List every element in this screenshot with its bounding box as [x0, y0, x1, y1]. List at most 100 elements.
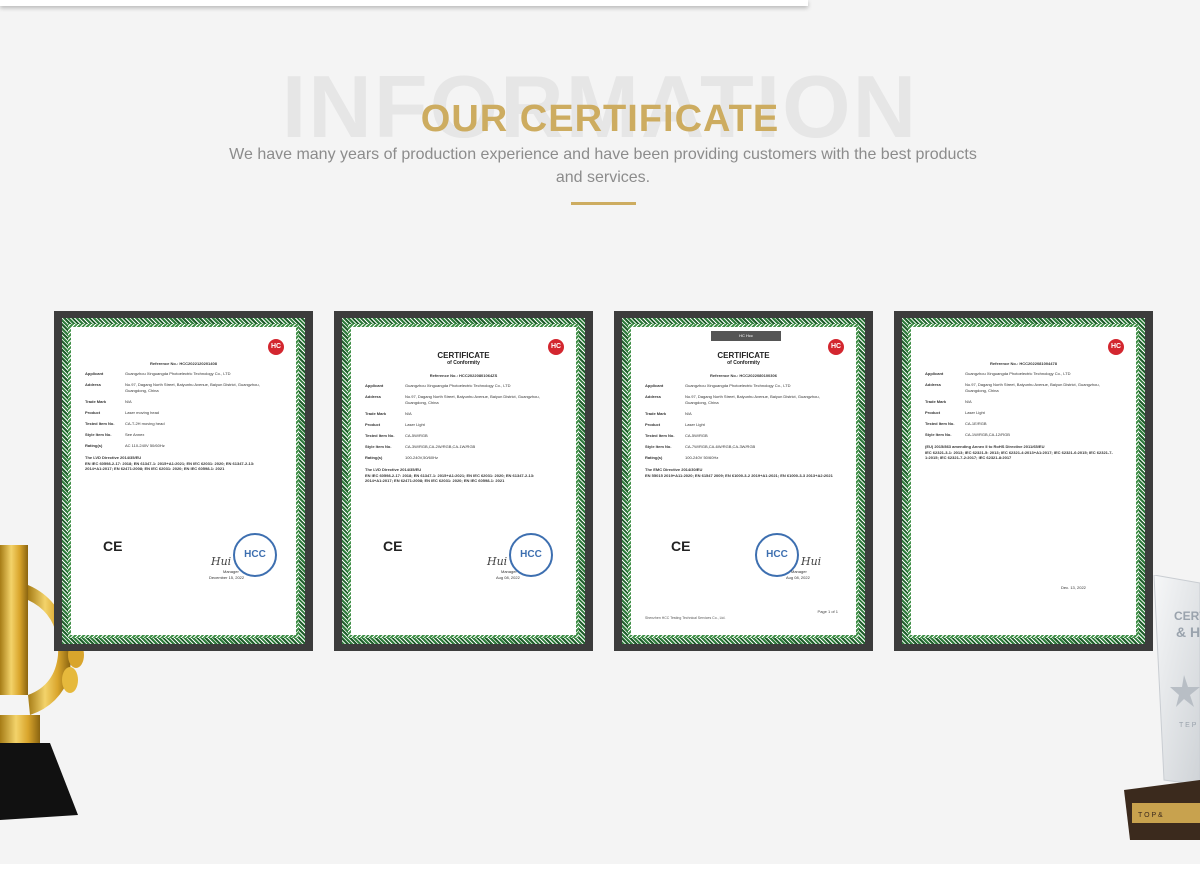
field-row: Trade Mark N/A — [645, 411, 842, 417]
ce-mark-icon: CE — [671, 538, 691, 554]
certificate-subheading: of Conformity — [727, 360, 760, 366]
field-row: Applicant Guangzhou Xinguangda Photoelect… — [925, 371, 1122, 377]
compliance-text: (EU) 2015/863 amending Annex II to RoHS … — [925, 444, 1122, 461]
field-value: No.97, Dagang North Street, Baiyunhu Ave… — [405, 394, 540, 405]
standards-text: EN 55015 2019+A11:2020; EN 61547 2009; E… — [645, 472, 833, 478]
field-value: Laser Light — [685, 422, 705, 427]
manager-signature: Hui — [487, 555, 508, 568]
field-row: Trade Mark N/A — [925, 399, 1122, 405]
reference-number: Reference No.: HCC2022080100306 — [710, 373, 777, 378]
field-row: Address No.97, Dagang North Street, Baiyu… — [365, 394, 562, 406]
compliance-text: The LVD Directive 2014/35/EU EN IEC 6059… — [365, 467, 562, 484]
hc-logo-icon: HC — [548, 339, 564, 355]
field-label: Product — [925, 410, 941, 415]
directive-text: The LVD Directive 2014/35/EU — [365, 467, 422, 472]
field-value: CA-3W/RGB,CA-2W/RGB,CA-1W/RGB — [405, 444, 476, 449]
certificate-card-2[interactable]: HC CERTIFICATE of Conformity Reference N… — [334, 311, 593, 651]
certificate-card-3[interactable]: HC Hcc HC CERTIFICATE of Conformity Refe… — [614, 311, 873, 651]
hc-logo-icon: HC — [1108, 339, 1124, 355]
field-value: CA-T-2H moving head — [125, 421, 165, 426]
field-value: Laser moving head — [125, 410, 160, 415]
directive-text: The EMC Directive 2014/30/EU — [645, 467, 703, 472]
compliance-text: The EMC Directive 2014/30/EU EN 55015 20… — [645, 467, 842, 478]
compliance-text: The LVD Directive 2014/35/EU EN IEC 6059… — [85, 455, 282, 472]
certificate-paper: HC Reference No.: HCC2022081004478 Appli… — [911, 327, 1136, 635]
field-label: Trade Mark — [925, 399, 947, 404]
field-label: Style Item No. — [925, 432, 952, 437]
field-value: CA-7W/RGB,CA-6W/RGB,CA-3W/RGB — [685, 444, 756, 449]
trophy-text-1: CERT — [1174, 609, 1200, 623]
top-panel-edge — [0, 0, 808, 6]
field-label: Style Item No. — [645, 444, 672, 449]
field-label: Rating(s) — [85, 443, 103, 448]
trophy-text-4: T O P & — [1138, 812, 1163, 819]
field-label: Tested Item No. — [365, 433, 395, 438]
field-label: Product — [645, 422, 661, 427]
certificate-paper: HC Reference No.: HCC2022120201408 Appli… — [71, 327, 296, 635]
field-value: 100-240V 50/60Hz — [685, 455, 719, 460]
field-label: Applicant — [645, 383, 664, 388]
field-value: N/A — [685, 411, 692, 416]
field-value: Guangzhou Xinguangda Photoelectric Techn… — [125, 371, 231, 376]
field-row: Applicant Guangzhou Xinguangda Photoelect… — [85, 371, 282, 377]
field-row: Product Laser Light — [365, 422, 562, 428]
reference-number: Reference No.: HCC20220801064ZS — [429, 373, 498, 378]
field-value: Guangzhou Xinguangda Photoelectric Techn… — [685, 383, 791, 388]
certificate-date: Dec. 13, 2022 — [1061, 585, 1086, 590]
field-row: Rating(s) AC 110-240V 50/60Hz — [85, 443, 282, 449]
field-value: No.97, Dagang North Street, Baiyunhu Ave… — [125, 382, 260, 393]
field-row: Tested Item No. CA-T-2H moving head — [85, 421, 282, 427]
field-row: Tested Item No. CA-1E/RGB — [925, 421, 1122, 427]
field-row: Style Item No. CA-3W/RGB,CA-2W/RGB,CA-1W/… — [365, 444, 562, 450]
hc-logo-icon: HC — [828, 339, 844, 355]
certificate-paper: HC Hcc HC CERTIFICATE of Conformity Refe… — [631, 327, 856, 635]
field-label: Rating(s) — [645, 455, 663, 460]
field-label: Product — [85, 410, 101, 415]
field-row: Style Item No. CA-1W/RGB,CA-12/RGB — [925, 432, 1122, 438]
field-value: CA-5W/RGB — [405, 433, 428, 438]
field-value: No.97, Dagang North Street, Baiyunhu Ave… — [685, 394, 820, 405]
certificate-heading: CERTIFICATE — [437, 351, 490, 360]
field-value: N/A — [965, 399, 972, 404]
field-row: Product Laser Light — [645, 422, 842, 428]
certificate-card-4[interactable]: HC Reference No.: HCC2022081004478 Appli… — [894, 311, 1153, 651]
field-label: Tested Item No. — [85, 421, 115, 426]
standards-text: EN IEC 60598-2-17: 2018; EN 61347-1: 201… — [85, 460, 255, 472]
field-label: Applicant — [85, 371, 104, 376]
manager-signature: Hui — [801, 555, 822, 568]
field-row: Tested Item No. CA-5W/RGB — [645, 433, 842, 439]
field-row: Product Laser moving head — [85, 410, 282, 416]
field-value: Guangzhou Xinguangda Photoelectric Techn… — [965, 371, 1071, 376]
field-row: Style Item No. CA-7W/RGB,CA-6W/RGB,CA-3W/… — [645, 444, 842, 450]
field-value: CA-1W/RGB,CA-12/RGB — [965, 432, 1010, 437]
hc-logo-icon: HC — [268, 339, 284, 355]
field-row: Address No.97, Dagang North Street, Baiyu… — [925, 382, 1122, 394]
field-label: Product — [365, 422, 381, 427]
field-label: Address — [645, 394, 662, 399]
certificate-date: Aug 08, 2022 — [496, 575, 520, 580]
bottom-strip — [0, 864, 1200, 876]
field-row: Applicant Guangzhou Xinguangda Photoelect… — [365, 383, 562, 389]
field-value: No.97, Dagang North Street, Baiyunhu Ave… — [965, 382, 1100, 393]
field-label: Style Item No. — [85, 432, 112, 437]
field-value: N/A — [405, 411, 412, 416]
field-row: Address No.97, Dagang North Street, Baiyu… — [85, 382, 282, 394]
field-label: Rating(s) — [365, 455, 383, 460]
standards-text: IEC 62321-3-1: 2013; IEC 62321-5: 2013; … — [925, 449, 1113, 461]
title-underline — [571, 202, 636, 205]
certificate-heading: CERTIFICATE — [717, 351, 770, 360]
field-label: Style Item No. — [365, 444, 392, 449]
field-value: 100-240V,50/60Hz — [405, 455, 438, 460]
field-label: Address — [925, 382, 942, 387]
certificate-card-1[interactable]: HC Reference No.: HCC2022120201408 Appli… — [54, 311, 313, 651]
field-list: Applicant Guangzhou Xinguangda Photoelect… — [925, 371, 1122, 438]
field-value: CA-1E/RGB — [965, 421, 987, 426]
certificate-paper: HC CERTIFICATE of Conformity Reference N… — [351, 327, 576, 635]
field-row: Applicant Guangzhou Xinguangda Photoelect… — [645, 383, 842, 389]
section-title: OUR CERTIFICATE — [420, 98, 780, 140]
certificate-date: December 15, 2022 — [209, 575, 245, 580]
field-row: Address No.97, Dagang North Street, Baiyu… — [645, 394, 842, 406]
trophy-text-3: T E P — [1179, 722, 1197, 729]
ce-mark-icon: CE — [383, 538, 403, 554]
certificate-date: Aug 08, 2022 — [786, 575, 810, 580]
